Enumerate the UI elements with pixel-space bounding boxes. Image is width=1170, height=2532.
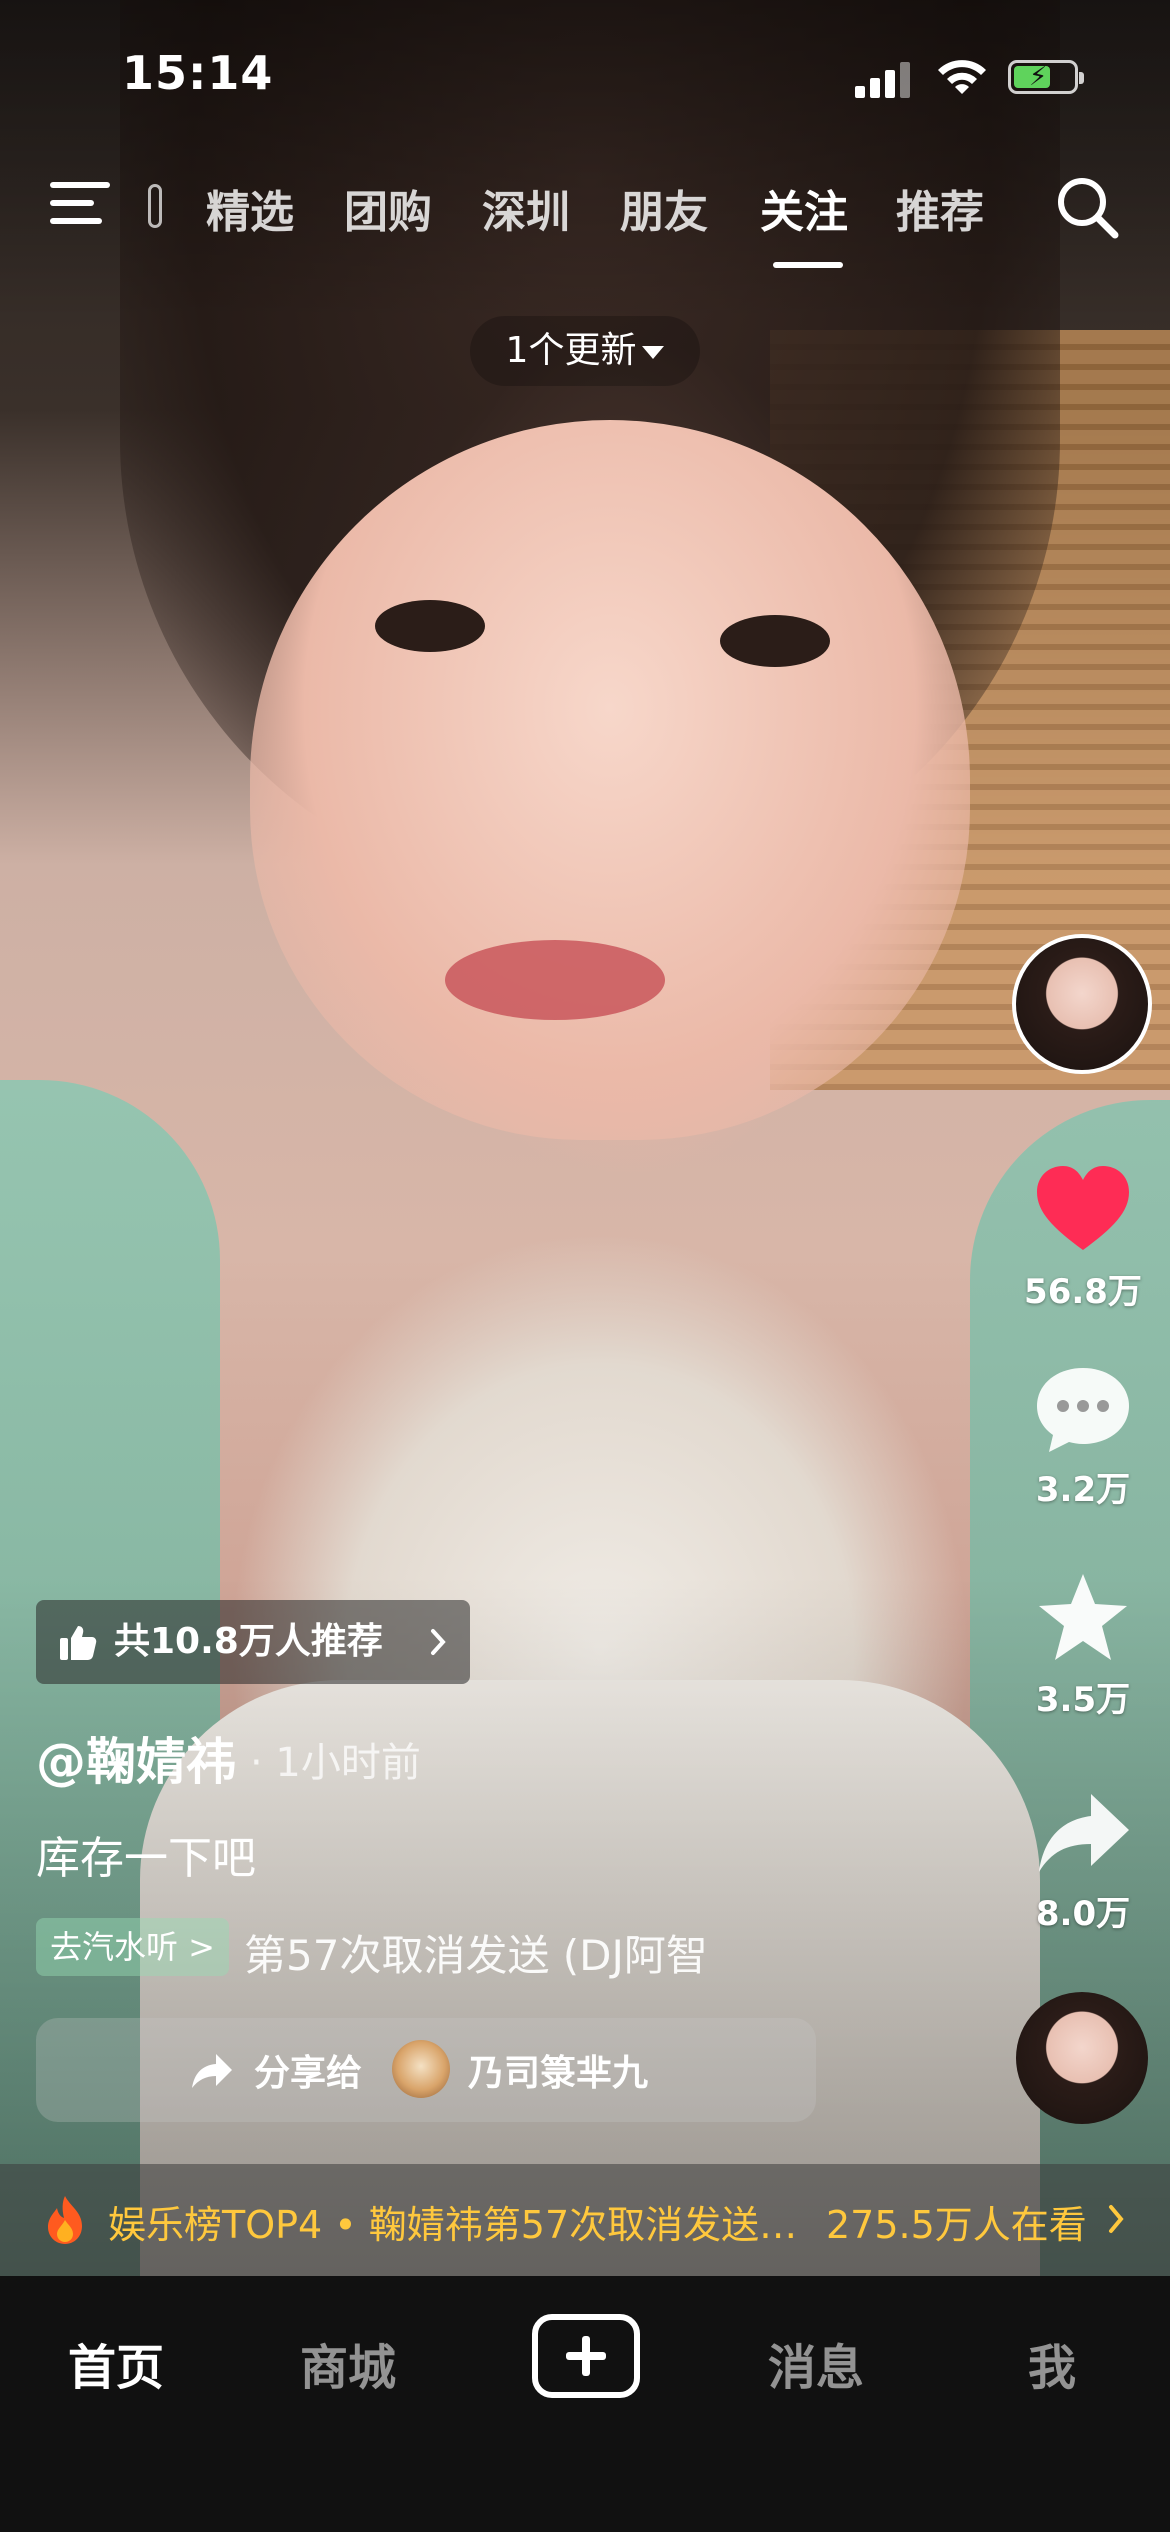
mic-icon[interactable] <box>148 184 162 228</box>
tab-recommend[interactable]: 推荐 <box>896 176 984 240</box>
author-name[interactable]: @鞠婧祎 <box>36 1722 236 1794</box>
like-button[interactable]: 56.8万 <box>1018 1160 1148 1313</box>
recommend-chip[interactable]: 共10.8万人推荐 <box>36 1600 470 1684</box>
friend-avatar <box>392 2040 450 2098</box>
tab-following[interactable]: 关注 <box>760 176 848 240</box>
post-time: · 1小时前 <box>250 1740 421 1786</box>
video-subject-face <box>250 420 970 1140</box>
chevron-right-icon <box>1109 2205 1124 2233</box>
comment-button[interactable]: 3.2万 <box>1018 1362 1148 1511</box>
star-icon <box>1039 1574 1127 1660</box>
listen-on-qishui-link[interactable]: 去汽水听 > <box>36 1918 229 1976</box>
tab-mall[interactable]: 商城 <box>300 2328 396 2398</box>
search-icon[interactable] <box>1054 174 1120 240</box>
status-bar: 15:14 ⚡ <box>0 0 1170 150</box>
tab-friends[interactable]: 朋友 <box>620 176 708 240</box>
tab-featured[interactable]: 精选 <box>206 176 294 240</box>
share-arrow-small-icon <box>192 2054 232 2088</box>
tab-group-buy[interactable]: 团购 <box>344 176 432 240</box>
caret-down-icon <box>642 345 665 359</box>
chevron-right-icon <box>431 1629 446 1655</box>
video-subject-eye-right <box>720 615 830 667</box>
video-subject-eye-left <box>375 600 485 652</box>
tab-messages[interactable]: 消息 <box>768 2328 864 2398</box>
recommend-count-label: 共10.8万人推荐 <box>114 1621 383 1662</box>
battery-icon: ⚡ <box>1008 60 1084 94</box>
status-time: 15:14 <box>122 46 274 100</box>
like-count: 56.8万 <box>1024 1272 1142 1312</box>
music-title[interactable]: 第57次取消发送 (DJ阿智 <box>244 1922 708 1983</box>
create-post-button[interactable] <box>532 2314 640 2398</box>
video-subject-lips <box>445 940 665 1020</box>
hot-list-text: 娱乐榜TOP4 • 鞠婧祎第57次取消发送… <box>108 2203 798 2247</box>
live-viewers-count: 275.5万人在看 <box>826 2203 1087 2247</box>
plus-icon-bar <box>566 2352 606 2360</box>
updates-label: 1个更新 <box>505 330 637 371</box>
comment-count: 3.2万 <box>1035 1470 1131 1510</box>
favorite-button[interactable]: 3.5万 <box>1018 1568 1148 1721</box>
cellular-signal-icon <box>855 62 915 98</box>
share-to-friend-bar[interactable]: 分享给 乃司箓芈九 <box>36 2018 816 2122</box>
tab-me[interactable]: 我 <box>1028 2328 1076 2398</box>
wifi-icon <box>938 60 986 94</box>
author-avatar[interactable] <box>1012 934 1152 1074</box>
music-disc-avatar[interactable] <box>1016 1992 1148 2124</box>
tab-local-city[interactable]: 深圳 <box>482 176 570 240</box>
share-arrow-icon <box>1039 1794 1129 1872</box>
bottom-tab-bar: 首页 商城 消息 我 <box>0 2276 1170 2532</box>
active-tab-indicator <box>773 262 843 268</box>
post-caption: 库存一下吧 <box>36 1833 256 1884</box>
share-count: 8.0万 <box>1035 1894 1131 1934</box>
hot-list-banner[interactable]: 娱乐榜TOP4 • 鞠婧祎第57次取消发送… 275.5万人在看 <box>0 2164 1170 2276</box>
friend-name: 乃司箓芈九 <box>468 2053 649 2094</box>
menu-icon[interactable] <box>50 178 114 230</box>
comment-bubble-icon <box>1037 1368 1129 1452</box>
thumbs-up-icon <box>60 1626 97 1660</box>
flame-icon <box>48 2196 82 2244</box>
updates-dropdown[interactable]: 1个更新 <box>470 316 700 386</box>
share-to-label: 分享给 <box>254 2053 363 2094</box>
tab-home[interactable]: 首页 <box>68 2328 164 2398</box>
favorite-count: 3.5万 <box>1035 1680 1131 1720</box>
heart-icon <box>1037 1166 1129 1250</box>
share-button[interactable]: 8.0万 <box>1018 1786 1148 1935</box>
